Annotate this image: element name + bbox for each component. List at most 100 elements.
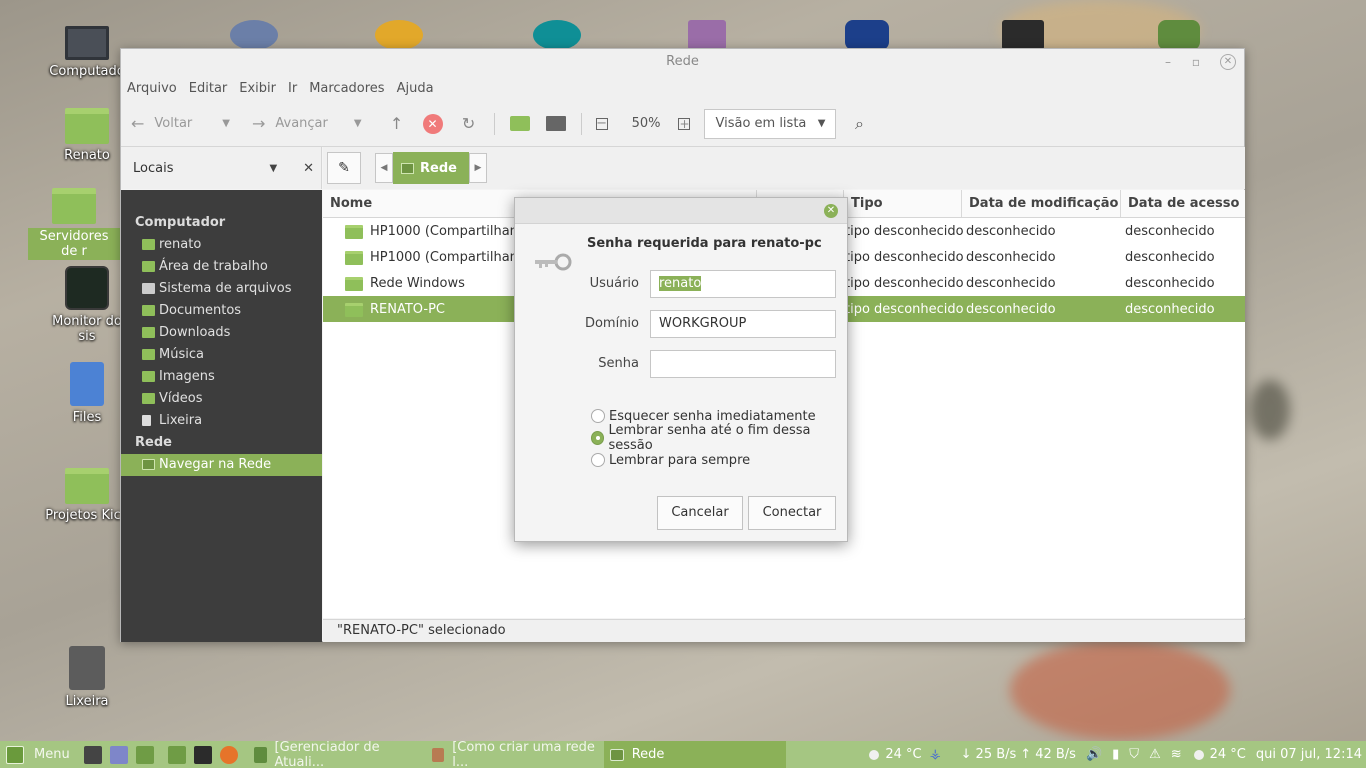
menu-editar[interactable]: Editar <box>189 81 228 96</box>
menu-exibir[interactable]: Exibir <box>239 81 276 96</box>
wifi-icon[interactable]: ≋ <box>1171 747 1182 762</box>
desktop-app-icon[interactable] <box>375 20 423 50</box>
chevron-down-icon[interactable]: ▼ <box>354 118 362 129</box>
desktop-icon-computer[interactable]: Computado <box>42 26 132 79</box>
desktop-app-icon[interactable] <box>230 20 278 50</box>
dialog-titlebar[interactable]: ✕ <box>515 198 847 224</box>
sidebar-item-trash[interactable]: Lixeira <box>121 410 322 432</box>
folder-icon[interactable] <box>167 745 186 764</box>
user-input[interactable]: renato <box>650 270 836 298</box>
desktop-icon-files[interactable]: Files <box>42 362 132 425</box>
clock[interactable]: qui 07 jul, 12:14 <box>1256 747 1362 762</box>
folder-view-icon[interactable] <box>509 113 531 135</box>
desktop-app-icon[interactable] <box>533 20 581 50</box>
stop-icon[interactable]: ✕ <box>422 113 444 135</box>
zoom-out-icon[interactable]: − <box>595 116 608 131</box>
arrow-up-icon: ↑ <box>1020 747 1032 762</box>
column-header-type[interactable]: Tipo <box>844 190 962 217</box>
drive-icon <box>142 283 155 294</box>
close-icon[interactable]: ✕ <box>1220 54 1236 70</box>
column-header-modified[interactable]: Data de modificação <box>962 190 1121 217</box>
chevron-down-icon[interactable]: ▼ <box>269 163 277 174</box>
desktop-icon-servers[interactable]: Servidores de r <box>28 188 120 260</box>
back-button[interactable]: ← Voltar ▼ <box>131 114 230 133</box>
cancel-button[interactable]: Cancelar <box>657 496 743 530</box>
desktop-icon-trash[interactable]: Lixeira <box>42 646 132 709</box>
sidebar-header[interactable]: Locais ▼ ✕ <box>121 147 322 189</box>
terminal-icon[interactable] <box>193 745 212 764</box>
desktop-icon-label: Monitor do sis <box>52 314 122 344</box>
chevron-down-icon[interactable]: ▼ <box>222 118 230 129</box>
weather-icon[interactable] <box>1193 749 1204 760</box>
forward-button[interactable]: → Avançar ▼ <box>252 114 362 133</box>
sidebar-item-documents[interactable]: Documentos <box>121 300 322 322</box>
sidebar-item-filesystem[interactable]: Sistema de arquivos <box>121 278 322 300</box>
view-mode-select[interactable]: Visão em lista ▼ <box>704 108 837 139</box>
desktop-icon-home[interactable]: Renato <box>42 108 132 163</box>
sidebar-item-browse-network[interactable]: Navegar na Rede <box>121 454 322 476</box>
task-update-manager[interactable]: [Gerenciador de Atuali... <box>248 739 426 768</box>
desktop-app-icon[interactable] <box>688 20 726 50</box>
task-browser[interactable]: [Como criar uma rede l... <box>426 740 604 768</box>
network-status-icon[interactable]: ⚶ <box>930 747 941 762</box>
arrow-up-icon[interactable]: ↑ <box>386 113 408 135</box>
maximize-icon[interactable]: ▫ <box>1188 54 1204 70</box>
zoom-in-icon[interactable]: + <box>678 117 691 131</box>
arrow-left-icon: ← <box>131 114 145 133</box>
text-editor-icon[interactable] <box>109 745 128 764</box>
column-header-accessed[interactable]: Data de acesso <box>1121 190 1245 217</box>
firefox-icon[interactable] <box>219 745 238 764</box>
password-input[interactable] <box>650 350 836 378</box>
menu-arquivo[interactable]: Arquivo <box>127 81 177 96</box>
menu-marcadores[interactable]: Marcadores <box>309 81 384 96</box>
arrow-down-icon: ↓ <box>960 747 972 762</box>
files-icon[interactable] <box>135 745 154 764</box>
calculator-icon[interactable] <box>83 745 102 764</box>
shield-icon[interactable]: ⛉ <box>1129 747 1139 762</box>
desktop-app-icon[interactable] <box>845 20 889 50</box>
task-rede[interactable]: Rede <box>603 741 786 768</box>
mint-logo-icon <box>6 745 24 764</box>
radio-button[interactable] <box>591 409 605 423</box>
temperature-label: 24 °C <box>885 747 922 762</box>
task-label: [Gerenciador de Atuali... <box>274 739 380 768</box>
connect-button[interactable]: Conectar <box>748 496 836 530</box>
clapperboard-icon[interactable] <box>1002 20 1044 50</box>
radio-button-selected[interactable] <box>591 431 605 445</box>
search-icon[interactable]: ⌕ <box>848 113 870 135</box>
menu-ajuda[interactable]: Ajuda <box>397 81 434 96</box>
radio-remember-session[interactable]: Lembrar senha até o fim dessa sessão <box>591 423 847 453</box>
sidebar-item-renato[interactable]: renato <box>121 234 322 256</box>
minimize-icon[interactable]: – <box>1160 54 1176 70</box>
sidebar-item-pictures[interactable]: Imagens <box>121 366 322 388</box>
close-icon[interactable]: ✕ <box>303 161 314 176</box>
home-folder-icon <box>142 239 155 250</box>
volume-icon[interactable]: 🔊 <box>1086 747 1102 762</box>
sidebar-item-music[interactable]: Música <box>121 344 322 366</box>
update-icon[interactable]: ⚠ <box>1149 747 1161 762</box>
desktop-icon-kicad-projects[interactable]: Projetos Kica <box>42 468 132 523</box>
menu-button[interactable]: Menu <box>0 741 76 768</box>
computer-icon[interactable] <box>545 113 567 135</box>
reload-icon[interactable]: ↻ <box>458 113 480 135</box>
edit-path-button[interactable]: ✎ <box>327 152 361 184</box>
close-icon[interactable]: ✕ <box>824 204 838 218</box>
breadcrumb-label: Rede <box>420 160 457 176</box>
path-left-button[interactable]: ◀ <box>375 153 393 183</box>
window-titlebar[interactable]: Rede – ▫ ✕ <box>121 49 1244 75</box>
radio-button[interactable] <box>591 453 605 467</box>
sidebar-item-downloads[interactable]: Downloads <box>121 322 322 344</box>
radio-remember-forever[interactable]: Lembrar para sempre <box>591 450 750 470</box>
sidebar-item-desktop[interactable]: Área de trabalho <box>121 256 322 278</box>
weather-icon[interactable] <box>869 749 880 760</box>
wallpaper-shape <box>1010 640 1230 740</box>
battery-icon[interactable]: ▮ <box>1112 747 1119 762</box>
desktop-app-icon[interactable] <box>1158 20 1200 50</box>
breadcrumb-rede[interactable]: Rede <box>393 152 469 184</box>
sidebar-item-videos[interactable]: Vídeos <box>121 388 322 410</box>
menu-ir[interactable]: Ir <box>288 81 297 96</box>
domain-input[interactable]: WORKGROUP <box>650 310 836 338</box>
music-folder-icon <box>142 349 155 360</box>
path-right-button[interactable]: ▶ <box>468 153 487 183</box>
desktop-icon-system-monitor[interactable]: Monitor do sis <box>42 266 132 344</box>
